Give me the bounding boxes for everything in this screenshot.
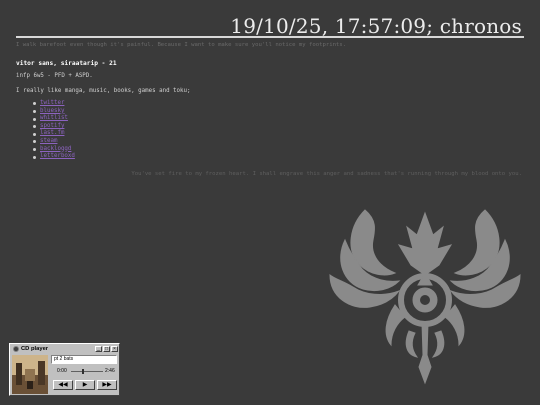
link-letterboxd[interactable]: letterboxd [40, 153, 75, 159]
seek-bar[interactable] [71, 369, 103, 374]
previous-button[interactable]: ◀◀ [53, 380, 73, 390]
list-item: steam [30, 138, 75, 146]
profile-type: infp 6w5 - PFD + ASPD. [16, 73, 93, 79]
list-item: bluesky [30, 108, 75, 116]
next-button[interactable]: ▶▶ [97, 380, 117, 390]
list-item: twitter [30, 100, 75, 108]
cd-player-title: CD player [21, 346, 49, 352]
play-button[interactable]: ▶ [75, 380, 95, 390]
list-item: whitlist [30, 115, 75, 123]
header-divider [16, 36, 524, 38]
minimize-button[interactable]: _ [95, 346, 102, 352]
track-name-field: pt 2 bats [51, 355, 117, 364]
profile-name: vitor sans, siraatarip - 21 [16, 60, 117, 67]
link-lastfm[interactable]: last.fm [40, 130, 64, 136]
cd-player-titlebar[interactable]: CD player _ □ × [11, 345, 118, 353]
cd-player-window[interactable]: CD player _ □ × pt 2 bats 0:00 2:46 ◀◀ ▶… [9, 343, 120, 396]
total-time: 2:46 [105, 368, 115, 374]
link-bluesky[interactable]: bluesky [40, 108, 64, 114]
link-steam[interactable]: steam [40, 138, 57, 144]
close-button[interactable]: × [111, 346, 118, 352]
link-whitlist[interactable]: whitlist [40, 115, 68, 121]
link-spotify[interactable]: spotify [40, 123, 64, 129]
social-links-list: twitter bluesky whitlist spotify last.fm… [30, 100, 75, 161]
link-backloggd[interactable]: backloggd [40, 146, 71, 152]
cd-disc-icon [13, 346, 19, 352]
list-item: last.fm [30, 130, 75, 138]
quote-text: You've set fire to my frozen heart. I sh… [131, 171, 522, 177]
list-item: spotify [30, 123, 75, 131]
album-art [12, 355, 48, 394]
seek-handle[interactable] [81, 369, 84, 374]
album-art-image [12, 355, 48, 394]
profile-likes: I really like manga, music, books, games… [16, 88, 191, 94]
dragon-emblem-icon [329, 209, 521, 385]
elapsed-time: 0:00 [57, 368, 67, 374]
epigraph-text: I walk barefoot even though it's painful… [16, 42, 347, 48]
page-title: 19/10/25, 17:57:09; chronos [230, 14, 522, 38]
list-item: letterboxd [30, 153, 75, 161]
list-item: backloggd [30, 146, 75, 154]
maximize-button[interactable]: □ [103, 346, 110, 352]
link-twitter[interactable]: twitter [40, 100, 64, 106]
